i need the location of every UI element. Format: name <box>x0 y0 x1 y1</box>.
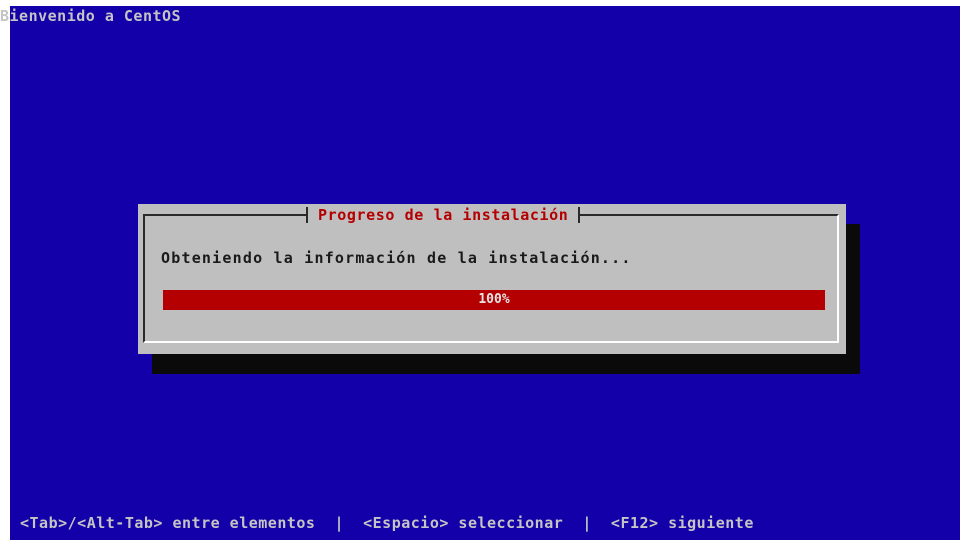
progress-label: 100% <box>478 292 510 307</box>
progress-bar: 100% <box>163 290 825 310</box>
dialog-frame <box>143 214 839 343</box>
screen: Bienvenido a CentOS Progreso de la insta… <box>0 0 960 540</box>
title-right-tick <box>578 207 581 223</box>
dialog-title: Progreso de la instalación <box>318 206 569 224</box>
dialog-title-bar: Progreso de la instalación <box>306 204 581 226</box>
status-message: Obteniendo la información de la instalac… <box>161 249 632 267</box>
progress-dialog: Progreso de la instalación Obteniendo la… <box>138 204 846 354</box>
welcome-title: Bienvenido a CentOS <box>0 7 182 25</box>
help-line: <Tab>/<Alt-Tab> entre elementos | <Espac… <box>20 514 754 532</box>
installer-console: Bienvenido a CentOS Progreso de la insta… <box>0 6 960 540</box>
